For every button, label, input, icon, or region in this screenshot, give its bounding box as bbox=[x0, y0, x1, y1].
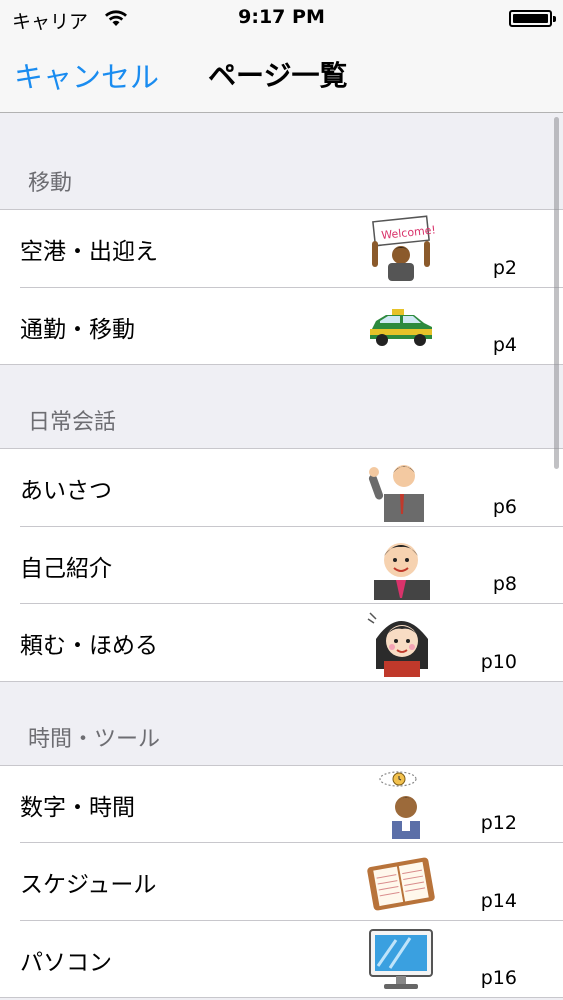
smiling-businessman-icon bbox=[366, 532, 436, 600]
status-bar: キャリア 9:17 PM bbox=[0, 0, 563, 36]
taxi-icon bbox=[366, 293, 436, 361]
section-title: 日常会話 bbox=[28, 410, 117, 435]
section-title: 移動 bbox=[28, 171, 73, 196]
row-label: 自己紹介 bbox=[20, 555, 112, 582]
vertical-scrollbar[interactable] bbox=[554, 117, 559, 469]
battery-icon bbox=[509, 10, 556, 27]
navigation-bar: キャンセル ページ一覧 bbox=[0, 36, 563, 113]
page-number: p4 bbox=[492, 334, 517, 356]
page-number: p10 bbox=[480, 650, 517, 673]
list-item-schedule[interactable]: スケジュール p14 bbox=[0, 843, 563, 921]
row-label: スケジュール bbox=[20, 872, 157, 898]
row-label: あいさつ bbox=[20, 478, 112, 504]
page-list[interactable]: 移動 空港・出迎え Welcome! p2 通勤・移動 p4 日常会話 あいさつ… bbox=[0, 114, 563, 1000]
list-item-greeting[interactable]: あいさつ p6 bbox=[0, 449, 563, 527]
page-number: p6 bbox=[492, 495, 517, 518]
list-item-airport[interactable]: 空港・出迎え Welcome! p2 bbox=[0, 210, 563, 288]
section-header-conversation: 日常会話 bbox=[0, 365, 563, 449]
page-number: p8 bbox=[492, 573, 517, 595]
page-number: p14 bbox=[480, 889, 517, 912]
list-item-commute[interactable]: 通勤・移動 p4 bbox=[0, 287, 563, 365]
clock-thinking-man-icon bbox=[366, 770, 436, 839]
status-time: 9:17 PM bbox=[238, 6, 325, 28]
page-number: p12 bbox=[480, 812, 517, 834]
computer-monitor-icon bbox=[366, 926, 436, 994]
list-item-computer[interactable]: パソコン p16 bbox=[0, 920, 563, 998]
section-title: 時間・ツール bbox=[28, 726, 161, 752]
section-header-move: 移動 bbox=[0, 114, 563, 210]
page-title: ページ一覧 bbox=[208, 59, 348, 92]
list-item-self-introduction[interactable]: 自己紹介 p8 bbox=[0, 526, 563, 604]
planner-notebook-icon bbox=[366, 848, 436, 916]
list-item-numbers-time[interactable]: 数字・時間 p12 bbox=[0, 765, 563, 843]
page-number: p2 bbox=[492, 256, 517, 279]
cancel-button[interactable]: キャンセル bbox=[14, 54, 159, 96]
section-header-time-tools: 時間・ツール bbox=[0, 681, 563, 766]
welcome-sign-person-icon: Welcome! bbox=[366, 215, 436, 283]
page-number: p16 bbox=[480, 967, 517, 989]
row-label: 数字・時間 bbox=[20, 794, 135, 821]
row-label: 頼む・ほめる bbox=[20, 633, 158, 659]
smiling-woman-icon bbox=[366, 609, 436, 677]
row-label: 通勤・移動 bbox=[20, 316, 135, 343]
waving-businessman-icon bbox=[366, 454, 436, 522]
row-label: 空港・出迎え bbox=[20, 239, 158, 265]
row-label: パソコン bbox=[20, 949, 112, 976]
list-item-request-praise[interactable]: 頼む・ほめる p10 bbox=[0, 604, 563, 682]
